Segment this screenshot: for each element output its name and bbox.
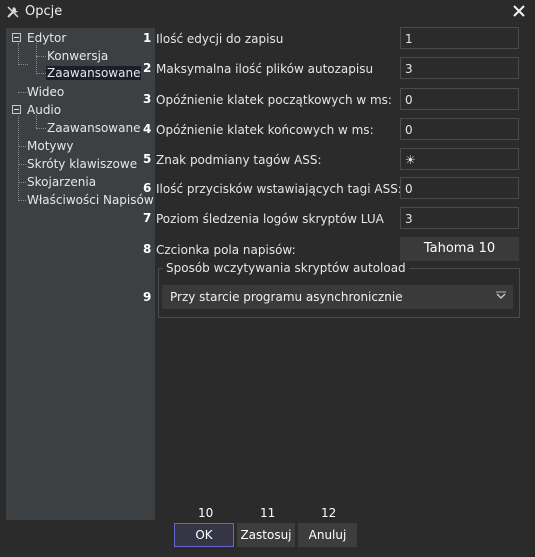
options-tree xyxy=(6,28,155,520)
button-number: 12 xyxy=(321,506,337,520)
ok-button[interactable]: OK xyxy=(174,523,234,547)
tree-connector xyxy=(36,73,46,74)
button-number: 10 xyxy=(198,506,214,520)
tree-connector xyxy=(36,43,37,74)
option-number: 8 xyxy=(143,242,152,256)
tree-item-edytor[interactable]: Edytor xyxy=(27,31,66,45)
cancel-button[interactable]: Anuluj xyxy=(298,523,357,547)
option-number: 9 xyxy=(143,290,152,304)
option-label-autosave-files: Maksymalna ilość plików autozapisu xyxy=(156,62,374,76)
tree-connector xyxy=(18,116,19,201)
option-label-subtitle-font: Czcionka pola napisów: xyxy=(156,243,296,257)
tree-connector xyxy=(36,56,46,57)
tree-connector xyxy=(18,146,26,147)
close-icon[interactable] xyxy=(511,3,527,19)
subtitle-font-button[interactable]: Tahoma 10 xyxy=(400,237,519,261)
lua-log-level-input[interactable]: 3 xyxy=(400,207,519,229)
apply-button[interactable]: Zastosuj xyxy=(237,523,295,547)
tree-item-konwersja[interactable]: Konwersja xyxy=(47,49,108,63)
tree-connector xyxy=(18,164,26,165)
option-number: 1 xyxy=(143,31,152,45)
ass-tag-replacement-input[interactable]: ☀ xyxy=(400,148,519,170)
button-number: 11 xyxy=(260,506,276,520)
autoload-group-title: Sposób wczytywania skryptów autoload xyxy=(163,261,409,275)
option-number: 4 xyxy=(143,122,152,136)
autoload-mode-value: Przy starcie programu asynchronicznie xyxy=(170,290,403,304)
tree-item-wideo[interactable]: Wideo xyxy=(27,85,64,99)
tree-connector xyxy=(36,128,46,129)
ass-tag-buttons-input[interactable]: 0 xyxy=(400,177,519,199)
chevron-down-icon xyxy=(496,291,506,299)
option-label-lua-log-level: Poziom śledzenia logów skryptów LUA xyxy=(156,212,384,226)
undo-count-input[interactable]: 1 xyxy=(400,27,519,49)
option-number: 6 xyxy=(143,181,152,195)
collapse-icon[interactable] xyxy=(12,105,21,114)
tree-connector xyxy=(18,43,19,65)
option-number: 7 xyxy=(143,211,152,225)
tree-item-wlasciwosci-napisow[interactable]: Właściwości Napisów xyxy=(27,193,154,207)
tree-item-audio[interactable]: Audio xyxy=(27,103,61,117)
end-frame-delay-input[interactable]: 0 xyxy=(400,118,519,140)
start-frame-delay-input[interactable]: 0 xyxy=(400,88,519,110)
tree-item-edytor-zaawansowane[interactable]: Zaawansowane xyxy=(46,66,142,80)
autoload-mode-select[interactable]: Przy starcie programu asynchronicznie xyxy=(162,285,513,309)
option-number: 2 xyxy=(143,61,152,75)
option-label-ass-tag-replacement: Znak podmiany tagów ASS: xyxy=(156,153,322,167)
option-label-end-frame-delay: Opóźnienie klatek końcowych w ms: xyxy=(156,123,374,137)
tree-connector xyxy=(18,182,26,183)
tree-item-motywy[interactable]: Motywy xyxy=(27,139,73,153)
tools-icon xyxy=(7,6,19,18)
option-number: 3 xyxy=(143,92,152,106)
collapse-icon[interactable] xyxy=(12,33,21,42)
tree-connector xyxy=(18,200,26,201)
window-title: Opcje xyxy=(25,4,63,19)
option-label-start-frame-delay: Opóźnienie klatek początkowych w ms: xyxy=(156,93,392,107)
tree-connector xyxy=(18,64,28,65)
autosave-files-input[interactable]: 3 xyxy=(400,57,519,79)
option-label-ass-tag-buttons: Ilość przycisków wstawiających tagi ASS: xyxy=(156,182,402,196)
option-number: 5 xyxy=(143,152,152,166)
tree-item-skojarzenia[interactable]: Skojarzenia xyxy=(27,175,96,189)
title-bar: Opcje xyxy=(0,0,535,24)
tree-item-audio-zaawansowane[interactable]: Zaawansowane xyxy=(47,121,140,135)
options-window: Opcje Edytor Konwersja Zaawansowane Wide… xyxy=(0,0,535,557)
option-label-undo-count: Ilość edycji do zapisu xyxy=(156,32,284,46)
tree-item-skroty-klawiszowe[interactable]: Skróty klawiszowe xyxy=(27,157,137,171)
